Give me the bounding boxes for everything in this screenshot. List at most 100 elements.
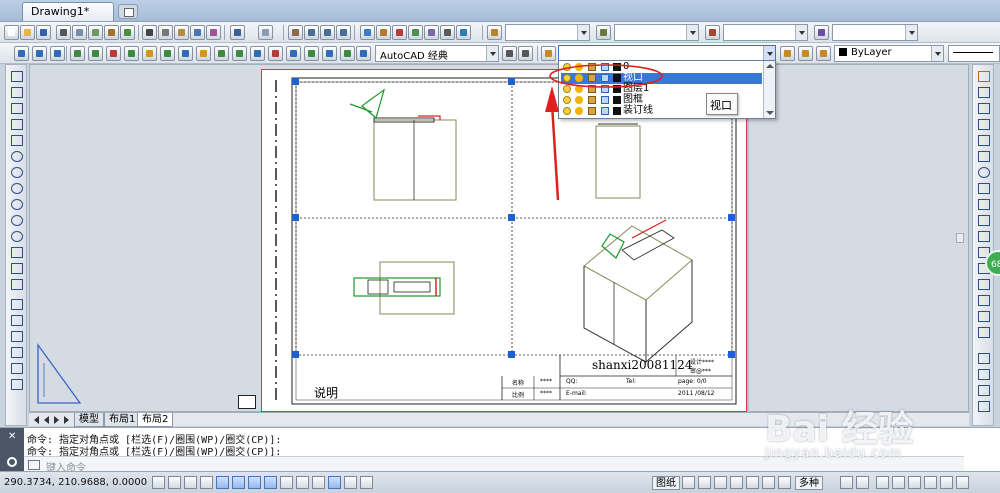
undo-icon[interactable] bbox=[230, 25, 245, 40]
annotation-scale-icon[interactable] bbox=[778, 476, 791, 489]
dropdown-scrollbar[interactable] bbox=[763, 61, 775, 118]
gradient-icon[interactable] bbox=[9, 313, 24, 327]
3d-dwf-icon[interactable] bbox=[104, 25, 119, 40]
markup-icon[interactable] bbox=[424, 25, 439, 40]
color-combo[interactable]: ByLayer bbox=[834, 45, 944, 62]
viewport-scale-icon[interactable] bbox=[142, 46, 157, 61]
first-tab-icon[interactable] bbox=[32, 415, 41, 424]
fillet-icon[interactable] bbox=[976, 309, 991, 323]
extend-icon[interactable] bbox=[976, 229, 991, 243]
transparency-toggle[interactable] bbox=[328, 476, 341, 489]
layer-item-viewport[interactable]: 视口 bbox=[561, 73, 762, 84]
paper-space-toggle[interactable]: 图纸 bbox=[652, 476, 680, 490]
offset-icon[interactable] bbox=[976, 117, 991, 131]
tab-layout1[interactable]: 布局1 bbox=[104, 413, 141, 427]
rotate-icon[interactable] bbox=[976, 165, 991, 179]
otrack-toggle[interactable] bbox=[264, 476, 277, 489]
prev-tab-icon[interactable] bbox=[42, 415, 51, 424]
revision-cloud-icon[interactable] bbox=[9, 181, 24, 195]
viewport-icon[interactable] bbox=[70, 46, 85, 61]
materials-icon[interactable] bbox=[322, 46, 337, 61]
publish-icon[interactable] bbox=[88, 25, 103, 40]
selection-cycling-toggle[interactable] bbox=[360, 476, 373, 489]
clean-screen-icon[interactable] bbox=[956, 476, 969, 489]
camera-icon[interactable] bbox=[268, 46, 283, 61]
showmotion-icon[interactable] bbox=[762, 476, 775, 489]
multileader-style-combo[interactable] bbox=[832, 24, 918, 41]
match-properties-icon[interactable] bbox=[190, 25, 205, 40]
design-center-icon[interactable] bbox=[376, 25, 391, 40]
region-icon[interactable] bbox=[9, 329, 24, 343]
auto-scale-icon[interactable] bbox=[856, 476, 869, 489]
lineweight-toggle[interactable] bbox=[312, 476, 325, 489]
redo-icon[interactable] bbox=[258, 25, 273, 40]
close-icon[interactable]: ✕ bbox=[8, 431, 16, 442]
arc-icon[interactable] bbox=[9, 149, 24, 163]
dyn-toggle[interactable] bbox=[296, 476, 309, 489]
array-icon[interactable] bbox=[976, 133, 991, 147]
workspace-switch-icon[interactable] bbox=[876, 476, 889, 489]
orbit-icon[interactable] bbox=[250, 46, 265, 61]
explode-icon[interactable] bbox=[976, 325, 991, 339]
document-tab[interactable]: Drawing1* bbox=[22, 2, 114, 21]
block-editor-icon[interactable] bbox=[206, 25, 221, 40]
hatch-icon[interactable] bbox=[9, 297, 24, 311]
workspace-combo[interactable]: AutoCAD 经典 bbox=[375, 45, 499, 62]
text-style-combo[interactable] bbox=[505, 24, 590, 41]
hardware-acceleration-icon[interactable] bbox=[908, 476, 921, 489]
drawing-area[interactable]: shanxi20081124 设计**** 审@*** 说明 名称 **** 比… bbox=[29, 64, 969, 412]
sheet-set-icon[interactable] bbox=[408, 25, 423, 40]
ellipse-arc-icon[interactable] bbox=[9, 229, 24, 243]
make-current-layer-icon[interactable] bbox=[780, 46, 795, 61]
grid-toggle[interactable] bbox=[184, 476, 197, 489]
multiline-text-icon[interactable] bbox=[9, 361, 24, 375]
tab-model[interactable]: 模型 bbox=[74, 413, 104, 427]
render-icon[interactable] bbox=[232, 46, 247, 61]
pan-icon[interactable] bbox=[288, 25, 303, 40]
polyline-icon[interactable] bbox=[9, 101, 24, 115]
workspace-icon-1[interactable] bbox=[14, 46, 29, 61]
zoom-realtime-icon[interactable] bbox=[304, 25, 319, 40]
layer-dropdown-list[interactable]: 0 视口 图层1 图框 装订线 bbox=[558, 60, 776, 119]
table-style-icon[interactable] bbox=[705, 25, 720, 40]
ducs-toggle[interactable] bbox=[280, 476, 293, 489]
move-icon[interactable] bbox=[976, 149, 991, 163]
cut-icon[interactable] bbox=[142, 25, 157, 40]
ellipse-icon[interactable] bbox=[9, 213, 24, 227]
zoom-previous-icon[interactable] bbox=[336, 25, 351, 40]
scale-icon[interactable] bbox=[976, 181, 991, 195]
workspace-icon-3[interactable] bbox=[50, 46, 65, 61]
dim-style-combo[interactable] bbox=[614, 24, 699, 41]
polygon-icon[interactable] bbox=[9, 117, 24, 131]
snap-midpoint-icon[interactable] bbox=[976, 367, 991, 381]
lock-ui-icon[interactable] bbox=[892, 476, 905, 489]
layer-previous-icon[interactable] bbox=[798, 46, 813, 61]
tab-layout2[interactable]: 布局2 bbox=[137, 413, 174, 427]
tool-palettes-icon[interactable] bbox=[392, 25, 407, 40]
stretch-icon[interactable] bbox=[976, 197, 991, 211]
point-icon[interactable] bbox=[9, 277, 24, 291]
steering-wheel-icon[interactable] bbox=[746, 476, 759, 489]
quick-properties-toggle[interactable] bbox=[344, 476, 357, 489]
view-manager-icon[interactable] bbox=[178, 46, 193, 61]
paste-icon[interactable] bbox=[174, 25, 189, 40]
make-block-icon[interactable] bbox=[9, 261, 24, 275]
trim-icon[interactable] bbox=[976, 213, 991, 227]
polar-toggle[interactable] bbox=[216, 476, 229, 489]
add-selected-icon[interactable] bbox=[9, 377, 24, 391]
wrench-icon[interactable] bbox=[7, 457, 17, 467]
help-icon[interactable] bbox=[456, 25, 471, 40]
join-icon[interactable] bbox=[976, 277, 991, 291]
chamfer-icon[interactable] bbox=[976, 293, 991, 307]
mirror-icon[interactable] bbox=[976, 101, 991, 115]
zoom-status-icon[interactable] bbox=[730, 476, 743, 489]
construction-line-icon[interactable] bbox=[9, 85, 24, 99]
next-tab-icon[interactable] bbox=[52, 415, 61, 424]
copy-icon[interactable] bbox=[158, 25, 173, 40]
dim-style-icon[interactable] bbox=[596, 25, 611, 40]
pan-status-icon[interactable] bbox=[714, 476, 727, 489]
infer-constraints-toggle[interactable] bbox=[152, 476, 165, 489]
sun-icon[interactable] bbox=[340, 46, 355, 61]
isolate-objects-icon[interactable] bbox=[924, 476, 937, 489]
vertical-scroll-thumb[interactable] bbox=[956, 233, 964, 243]
